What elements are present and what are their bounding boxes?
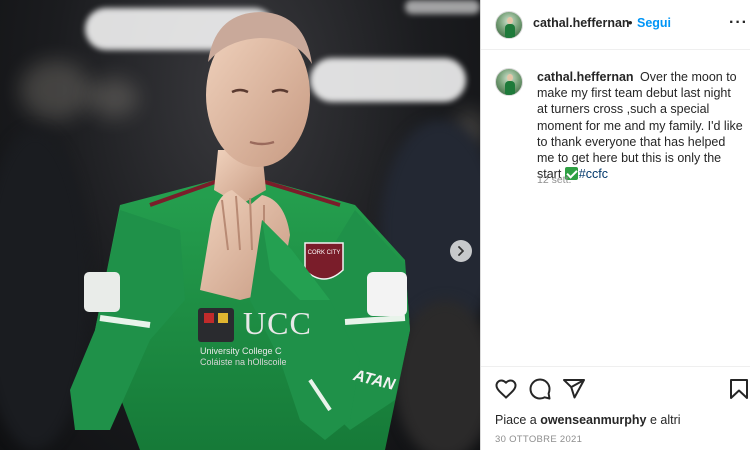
post-age: 12 sett. (537, 174, 572, 186)
likes-prefix: Piace a (495, 413, 537, 427)
heart-icon[interactable] (494, 377, 518, 401)
bookmark-icon[interactable] (727, 377, 750, 401)
more-options-icon[interactable]: ··· (729, 14, 748, 32)
post-details-panel: cathal.heffernan • Segui ··· cathal.heff… (480, 0, 750, 450)
jersey-sponsor-line2: Coláiste na hOllscoile (200, 357, 286, 367)
post-date: 30 OTTOBRE 2021 (495, 434, 583, 445)
post-header: cathal.heffernan • Segui ··· (481, 0, 750, 50)
jersey-sponsor-line1: University College Cork (200, 346, 282, 356)
caption-avatar[interactable] (495, 68, 523, 96)
avatar[interactable] (495, 11, 523, 39)
action-bar: Piace a owenseanmurphy e altri 30 OTTOBR… (481, 366, 750, 450)
player-figure (70, 12, 410, 450)
likes-suffix[interactable]: e altri (650, 413, 681, 427)
likes-user-link[interactable]: owenseanmurphy (540, 413, 646, 427)
jersey-club-name: CORK CITY (307, 250, 341, 256)
caption-text: cathal.heffernan Over the moon to make m… (537, 69, 743, 182)
likes-summary: Piace a owenseanmurphy e altri (495, 413, 681, 427)
post-photo[interactable]: UCC University College Cork Coláiste na … (0, 0, 480, 450)
chevron-right-icon (458, 246, 464, 256)
next-photo-button[interactable] (450, 240, 472, 262)
separator-dot: • (628, 15, 633, 30)
jersey-sponsor-name: UCC (243, 305, 312, 341)
hashtag-link[interactable]: #ccfc (579, 167, 608, 181)
paper-plane-icon[interactable] (562, 377, 586, 401)
caption-username[interactable]: cathal.heffernan (537, 70, 634, 84)
follow-button[interactable]: Segui (637, 16, 671, 30)
comment-icon[interactable] (528, 377, 552, 401)
caption-body: Over the moon to make my first team debu… (537, 70, 743, 182)
header-username[interactable]: cathal.heffernan (533, 16, 630, 30)
